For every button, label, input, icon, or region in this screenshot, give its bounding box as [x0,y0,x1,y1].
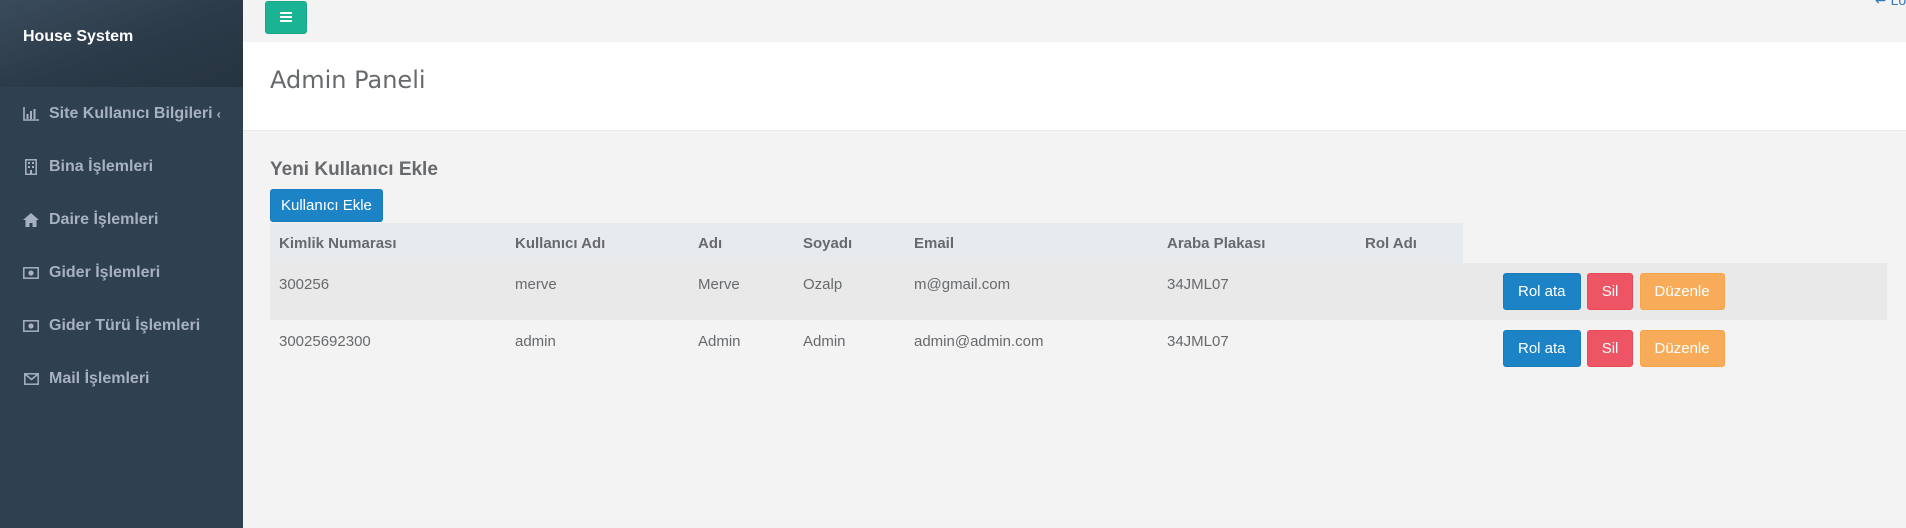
sidebar-header: House System [0,0,243,87]
cell-actions: Rol ata Sil Düzenle [1463,263,1887,320]
edit-button[interactable]: Düzenle [1639,330,1725,367]
delete-button[interactable]: Sil [1586,330,1634,367]
logout-icon: ↩ [1875,0,1887,8]
home-icon [23,212,39,228]
cell-name: Merve [689,263,794,320]
sidebar-item-daire-islemleri[interactable]: Daire İşlemleri [0,193,243,246]
table-row: 30025692300 admin Admin Admin admin@admi… [270,320,1887,377]
sidebar-item-mail-islemleri[interactable]: Mail İşlemleri [0,352,243,405]
envelope-icon [23,371,39,387]
add-user-button[interactable]: Kullanıcı Ekle [270,189,383,222]
sidebar-item-label: Gider İşlemleri [49,263,161,281]
logout-label: Log [1890,0,1906,8]
cell-surname: Admin [794,320,905,377]
column-header: Adı [689,223,794,263]
money-icon [23,318,39,334]
column-header: Kimlik Numarası [270,223,506,263]
column-header-actions [1463,223,1887,263]
section-title: Yeni Kullanıcı Ekle [270,159,438,180]
sidebar-item-label: Mail İşlemleri [49,369,150,387]
edit-button[interactable]: Düzenle [1639,273,1725,310]
cell-email: m@gmail.com [905,263,1158,320]
sidebar-item-site-kullanici-bilgileri[interactable]: Site Kullanıcı Bilgileri ‹ [0,87,243,140]
sidebar-item-bina-islemleri[interactable]: Bina İşlemleri [0,140,243,193]
sidebar-item-label: Gider Türü İşlemleri [49,316,201,334]
money-icon [23,265,39,281]
cell-surname: Ozalp [794,263,905,320]
sidebar-item-label: Site Kullanıcı Bilgileri [49,104,213,122]
table-row: 300256 merve Merve Ozalp m@gmail.com 34J… [270,263,1887,320]
cell-plate: 34JML07 [1158,263,1356,320]
top-navbar: ↩ Log [243,0,1906,42]
page-heading: Admin Paneli [243,42,1906,131]
cell-id: 30025692300 [270,320,506,377]
cell-plate: 34JML07 [1158,320,1356,377]
column-header: Email [905,223,1158,263]
delete-button[interactable]: Sil [1586,273,1634,310]
cell-role [1356,320,1463,377]
cell-email: admin@admin.com [905,320,1158,377]
sidebar-item-gider-turu-islemleri[interactable]: Gider Türü İşlemleri [0,299,243,352]
column-header: Araba Plakası [1158,223,1356,263]
cell-id: 300256 [270,263,506,320]
logout-link[interactable]: ↩ Log [1875,0,1906,9]
chevron-left-icon: ‹ [216,106,221,121]
cell-name: Admin [689,320,794,377]
cell-role [1356,263,1463,320]
sidebar-item-gider-islemleri[interactable]: Gider İşlemleri [0,246,243,299]
brand-name[interactable]: House System [23,28,133,45]
cell-username: merve [506,263,689,320]
assign-role-button[interactable]: Rol ata [1503,330,1581,367]
table-header-row: Kimlik Numarası Kullanıcı Adı Adı Soyadı… [270,223,1887,263]
assign-role-button[interactable]: Rol ata [1503,273,1581,310]
cell-username: admin [506,320,689,377]
column-header: Soyadı [794,223,905,263]
sidebar-item-label: Bina İşlemleri [49,157,154,175]
column-header: Rol Adı [1356,223,1463,263]
sidebar-nav: Site Kullanıcı Bilgileri ‹ Bina İşlemler… [0,87,243,405]
sidebar: House System Site Kullanıcı Bilgileri ‹ … [0,0,243,528]
users-table: Kimlik Numarası Kullanıcı Adı Adı Soyadı… [270,223,1887,377]
column-header: Kullanıcı Adı [506,223,689,263]
cell-actions: Rol ata Sil Düzenle [1463,320,1887,377]
hamburger-icon [280,9,292,27]
bar-chart-icon [23,106,39,122]
page-title: Admin Paneli [270,66,426,94]
app-layout: House System Site Kullanıcı Bilgileri ‹ … [0,0,1906,528]
main-content: Yeni Kullanıcı Ekle Kullanıcı Ekle Kimli… [270,131,1887,377]
sidebar-toggle-button[interactable] [265,1,307,34]
building-icon [23,158,39,175]
sidebar-item-label: Daire İşlemleri [49,210,159,228]
